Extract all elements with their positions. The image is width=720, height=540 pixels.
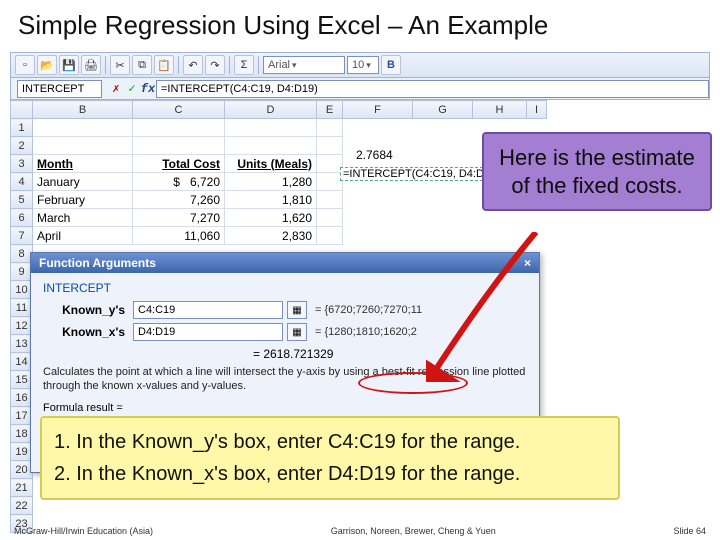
row-header[interactable]: 3	[11, 155, 33, 173]
f5-formula-display: =INTERCEPT(C4:C19, D4:D19)	[340, 167, 503, 181]
slide-title: Simple Regression Using Excel – An Examp…	[0, 0, 720, 45]
callout-instructions: 1. In the Known_y's box, enter C4:C19 fo…	[40, 416, 620, 500]
paste-icon[interactable]: 📋	[154, 55, 174, 75]
cell-f5-editing[interactable]: =INTERCEPT(C4:C19, D4:D19)	[340, 166, 503, 181]
c4-value: 6,720	[190, 175, 220, 189]
cell-b6[interactable]: March	[33, 209, 133, 227]
arg2-result: = {1280;1810;1620;2	[315, 326, 417, 338]
col-header-i[interactable]: I	[527, 101, 547, 119]
cell-d6[interactable]: 1,620	[225, 209, 317, 227]
f4-value: 2.7684	[356, 148, 393, 162]
callout-fixed-costs: Here is the estimate of the fixed costs.	[482, 132, 712, 211]
footer-center: Garrison, Noreen, Brewer, Cheng & Yuen	[331, 526, 496, 536]
copy-icon[interactable]: ⧉	[132, 55, 152, 75]
excel-toolbar: ▫ 📂 💾 🖨 ✂ ⧉ 📋 ↶ ↷ Σ Arial▾ 10▾ B	[10, 52, 710, 78]
dialog-title: Function Arguments	[39, 256, 156, 270]
cell-b3[interactable]: Month	[33, 155, 133, 173]
row-header[interactable]: 22	[11, 497, 33, 515]
cell-b5[interactable]: February	[33, 191, 133, 209]
cancel-formula-icon[interactable]: ✗	[108, 81, 124, 97]
cell-d3[interactable]: Units (Meals)	[225, 155, 317, 173]
close-icon[interactable]: ×	[524, 256, 531, 270]
cell-d4[interactable]: 1,280	[225, 173, 317, 191]
cell-c5[interactable]: 7,260	[133, 191, 225, 209]
col-header-f[interactable]: F	[343, 101, 413, 119]
autosum-icon[interactable]: Σ	[234, 55, 254, 75]
font-size: 10	[352, 59, 364, 71]
cell-c6[interactable]: 7,270	[133, 209, 225, 227]
cell-d5[interactable]: 1,810	[225, 191, 317, 209]
separator	[178, 56, 179, 74]
footer-right: Slide 64	[673, 526, 706, 536]
font-name: Arial	[268, 59, 290, 71]
print-icon[interactable]: 🖨	[81, 55, 101, 75]
col-header-g[interactable]: G	[413, 101, 473, 119]
cell-b4[interactable]: January	[33, 173, 133, 191]
col-header-d[interactable]: D	[225, 101, 317, 119]
formula-result-label: Formula result =	[43, 402, 527, 414]
cell-b7[interactable]: April	[33, 227, 133, 245]
row-header[interactable]: 5	[11, 191, 33, 209]
range-picker-icon[interactable]: ▦	[287, 301, 307, 319]
col-header-c[interactable]: C	[133, 101, 225, 119]
cut-icon[interactable]: ✂	[110, 55, 130, 75]
open-icon[interactable]: 📂	[37, 55, 57, 75]
cell-c7[interactable]: 11,060	[133, 227, 225, 245]
col-header-e[interactable]: E	[317, 101, 343, 119]
chevron-down-icon: ▾	[366, 60, 371, 71]
font-size-selector[interactable]: 10▾	[347, 56, 379, 74]
chevron-down-icon: ▾	[292, 60, 297, 71]
arg2-label: Known_x's	[43, 325, 133, 339]
instruction-1: 1. In the Known_y's box, enter C4:C19 fo…	[54, 426, 606, 458]
arg1-label: Known_y's	[43, 303, 133, 317]
cell-d7[interactable]: 2,830	[225, 227, 317, 245]
cell-c3[interactable]: Total Cost	[133, 155, 225, 173]
slide-footer: McGraw-Hill/Irwin Education (Asia) Garri…	[0, 526, 720, 536]
formula-bar: INTERCEPT ✗ ✓ fx =INTERCEPT(C4:C19, D4:D…	[10, 78, 710, 100]
formula-input[interactable]: =INTERCEPT(C4:C19, D4:D19)	[156, 80, 709, 98]
fx-icon[interactable]: fx	[140, 81, 156, 97]
select-all-corner[interactable]	[11, 101, 33, 119]
instruction-2: 2. In the Known_x's box, enter D4:D19 fo…	[54, 458, 606, 490]
range-picker-icon[interactable]: ▦	[287, 323, 307, 341]
function-description: Calculates the point at which a line wil…	[43, 365, 527, 394]
undo-icon[interactable]: ↶	[183, 55, 203, 75]
redo-icon[interactable]: ↷	[205, 55, 225, 75]
function-name-label: INTERCEPT	[43, 281, 527, 295]
separator	[258, 56, 259, 74]
row-header[interactable]: 2	[11, 137, 33, 155]
cell-c4[interactable]: $ 6,720	[133, 173, 225, 191]
arg1-result: = {6720;7260;7270;11	[315, 304, 422, 316]
separator	[105, 56, 106, 74]
new-doc-icon[interactable]: ▫	[15, 55, 35, 75]
col-header-h[interactable]: H	[473, 101, 527, 119]
save-icon[interactable]: 💾	[59, 55, 79, 75]
enter-formula-icon[interactable]: ✓	[124, 81, 140, 97]
currency-prefix: $	[173, 175, 180, 189]
col-header-b[interactable]: B	[33, 101, 133, 119]
bold-button[interactable]: B	[381, 55, 401, 75]
font-selector[interactable]: Arial▾	[263, 56, 345, 74]
name-box[interactable]: INTERCEPT	[17, 80, 102, 98]
row-header[interactable]: 21	[11, 479, 33, 497]
calc-result: = 2618.721329	[253, 347, 527, 361]
known-xs-input[interactable]	[133, 323, 283, 341]
footer-left: McGraw-Hill/Irwin Education (Asia)	[14, 526, 153, 536]
row-header[interactable]: 4	[11, 173, 33, 191]
separator	[229, 56, 230, 74]
row-header[interactable]: 1	[11, 119, 33, 137]
row-header[interactable]: 6	[11, 209, 33, 227]
known-ys-input[interactable]	[133, 301, 283, 319]
row-header[interactable]: 7	[11, 227, 33, 245]
